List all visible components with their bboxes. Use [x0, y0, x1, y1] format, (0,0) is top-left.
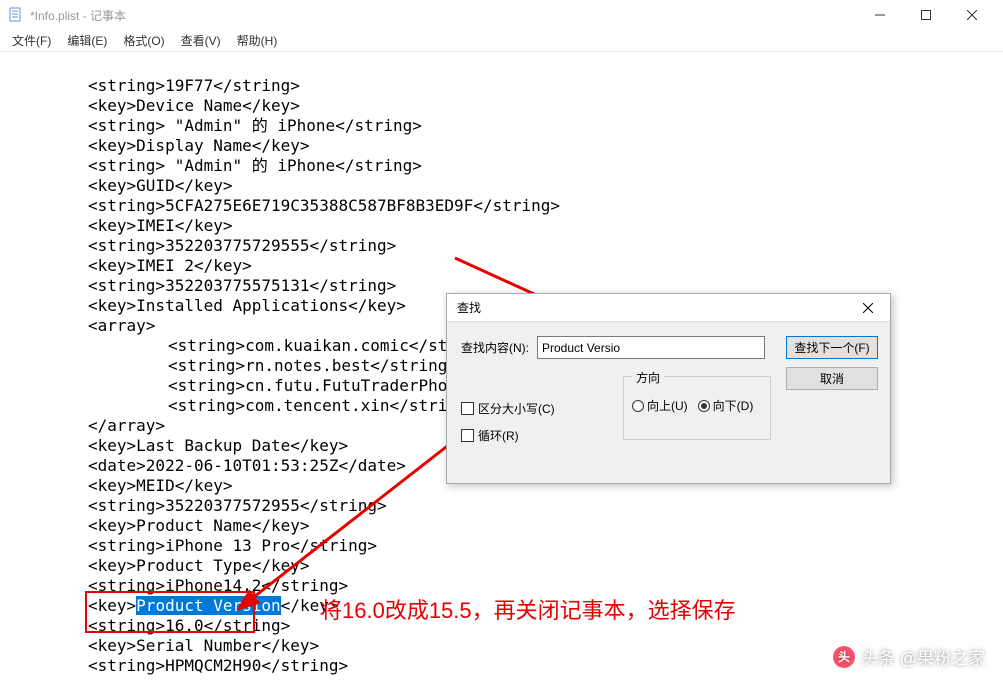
find-content-input[interactable] — [537, 336, 765, 359]
text-line: </array> — [88, 416, 165, 435]
menu-edit[interactable]: 编辑(E) — [59, 30, 115, 51]
direction-down-radio[interactable]: 向下(D) — [698, 397, 754, 414]
text-line: <key>Display Name</key> — [88, 136, 310, 155]
direction-label: 方向 — [632, 369, 664, 386]
checkbox-icon — [461, 429, 474, 442]
text-line: <key>MEID</key> — [88, 476, 233, 495]
case-sensitive-checkbox[interactable]: 区分大小写(C) — [461, 400, 555, 417]
close-icon — [863, 303, 873, 313]
radio-icon — [632, 400, 644, 412]
notepad-icon — [8, 7, 24, 23]
cancel-button[interactable]: 取消 — [786, 367, 878, 390]
radio-label: 向下(D) — [713, 397, 754, 414]
annotation-text: 将16.0改成15.5，再关闭记事本，选择保存 — [320, 593, 736, 625]
watermark-logo-icon: 头 — [833, 646, 855, 668]
text-line: <string>352203775575131</string> — [88, 276, 396, 295]
checkbox-label: 循环(R) — [478, 427, 519, 444]
menubar: 文件(F) 编辑(E) 格式(O) 查看(V) 帮助(H) — [0, 30, 1003, 52]
text-line: <key>Serial Number</key> — [88, 636, 319, 655]
find-dialog: 查找 查找内容(N): 查找下一个(F) 取消 区分大小写(C) 循环(R) 方… — [446, 293, 891, 484]
text-line: <string> "Admin" 的 iPhone</string> — [88, 116, 422, 135]
text-line: <key>Product Version</key> — [88, 596, 338, 615]
text-line: <string>HPMQCM2H90</string> — [88, 656, 348, 675]
minimize-button[interactable] — [857, 0, 903, 30]
text-line: <key>IMEI</key> — [88, 216, 233, 235]
close-button[interactable] — [949, 0, 995, 30]
find-next-button[interactable]: 查找下一个(F) — [786, 336, 878, 359]
text-line: <key>GUID</key> — [88, 176, 233, 195]
dialog-titlebar[interactable]: 查找 — [447, 294, 890, 322]
window-title: *Info.plist - 记事本 — [30, 7, 857, 24]
text-line: <key>Product Type</key> — [88, 556, 310, 575]
checkbox-label: 区分大小写(C) — [478, 400, 555, 417]
window-controls — [857, 0, 995, 30]
text-line: <string>16.0</string> — [88, 616, 290, 635]
watermark-text: 头条 @果粉之家 — [861, 644, 985, 669]
text-line: <key>Installed Applications</key> — [88, 296, 406, 315]
direction-fieldset: 方向 向上(U) 向下(D) — [623, 376, 771, 440]
text-line: <array> — [88, 316, 155, 335]
maximize-button[interactable] — [903, 0, 949, 30]
menu-file[interactable]: 文件(F) — [4, 30, 59, 51]
find-content-label: 查找内容(N): — [461, 339, 537, 356]
text-line: <date>2022-06-10T01:53:25Z</date> — [88, 456, 406, 475]
text-line: <key>IMEI 2</key> — [88, 256, 252, 275]
menu-view[interactable]: 查看(V) — [173, 30, 229, 51]
text-line: <key>Device Name</key> — [88, 96, 300, 115]
dialog-body: 查找内容(N): 查找下一个(F) 取消 区分大小写(C) 循环(R) 方向 向… — [447, 322, 890, 483]
text-line: <string>352203775729555</string> — [88, 236, 396, 255]
text-line: <string>19F77</string> — [88, 76, 300, 95]
menu-help[interactable]: 帮助(H) — [229, 30, 286, 51]
dialog-title: 查找 — [457, 299, 481, 316]
text-line: <key>Last Backup Date</key> — [88, 436, 348, 455]
text-line: <key>Product Name</key> — [88, 516, 310, 535]
window-titlebar: *Info.plist - 记事本 — [0, 0, 1003, 30]
watermark: 头 头条 @果粉之家 — [833, 644, 985, 669]
text-line: <string> "Admin" 的 iPhone</string> — [88, 156, 422, 175]
direction-up-radio[interactable]: 向上(U) — [632, 397, 688, 414]
text-line: <string>iPhone 13 Pro</string> — [88, 536, 377, 555]
menu-format[interactable]: 格式(O) — [115, 30, 172, 51]
text-line: <string>5CFA275E6E719C35388C587BF8B3ED9F… — [88, 196, 560, 215]
radio-icon — [698, 400, 710, 412]
text-line: <string>35220377572955</string> — [88, 496, 387, 515]
wrap-checkbox[interactable]: 循环(R) — [461, 427, 555, 444]
radio-label: 向上(U) — [647, 397, 688, 414]
dialog-close-button[interactable] — [854, 297, 882, 319]
selected-text: Product Version — [136, 596, 281, 615]
checkbox-icon — [461, 402, 474, 415]
text-line: <string>iPhone14,2</string> — [88, 576, 348, 595]
